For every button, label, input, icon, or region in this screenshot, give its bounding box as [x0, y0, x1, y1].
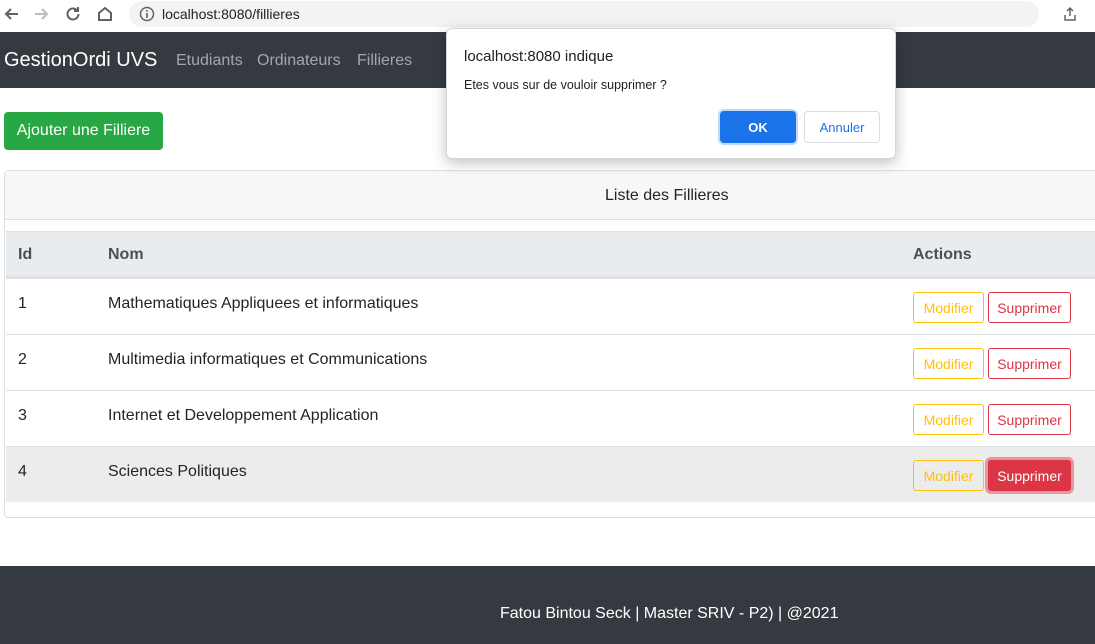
table-row: 1 Mathematiques Appliquees et informatiq… [6, 278, 1095, 334]
brand-logo[interactable]: GestionOrdi UVS [4, 49, 157, 72]
cancel-button[interactable]: Annuler [804, 111, 880, 143]
forward-arrow-icon[interactable] [29, 2, 53, 26]
column-header-nom: Nom [108, 246, 144, 263]
cell-nom: Internet et Developpement Application [108, 407, 379, 424]
dialog-title: localhost:8080 indique [464, 48, 614, 65]
cell-nom: Multimedia informatiques et Communicatio… [108, 351, 428, 368]
table-row: 2 Multimedia informatiques et Communicat… [6, 334, 1095, 390]
cell-nom: Mathematiques Appliquees et informatique… [108, 295, 419, 312]
table-row: 3 Internet et Developpement Application … [6, 390, 1095, 446]
table-header: Id Nom Actions [6, 231, 1095, 278]
address-bar[interactable]: localhost:8080/fillieres [129, 1, 1039, 27]
modify-button[interactable]: Modifier [913, 348, 984, 379]
add-filliere-button[interactable]: Ajouter une Filliere [4, 112, 163, 150]
browser-toolbar: localhost:8080/fillieres [0, 0, 1095, 28]
modify-button[interactable]: Modifier [913, 460, 984, 491]
dialog-message: Etes vous sur de vouloir supprimer ? [464, 78, 667, 92]
share-icon[interactable] [1058, 2, 1082, 26]
confirm-dialog: localhost:8080 indique Etes vous sur de … [446, 28, 896, 159]
delete-button[interactable]: Supprimer [988, 404, 1071, 435]
delete-button[interactable]: Supprimer [988, 348, 1071, 379]
nav-link-fillieres[interactable]: Fillieres [357, 52, 412, 70]
nav-link-ordinateurs[interactable]: Ordinateurs [257, 52, 341, 70]
cell-id: 1 [18, 295, 27, 312]
column-header-id: Id [18, 246, 33, 263]
cell-id: 3 [18, 407, 27, 424]
info-icon[interactable] [139, 6, 155, 27]
ok-button[interactable]: OK [720, 111, 796, 143]
delete-button[interactable]: Supprimer [988, 292, 1071, 323]
column-header-actions: Actions [913, 246, 972, 263]
back-arrow-icon[interactable] [0, 2, 24, 26]
page-footer: Fatou Bintou Seck | Master SRIV - P2) | … [0, 566, 1095, 644]
delete-button[interactable]: Supprimer [988, 460, 1071, 491]
home-icon[interactable] [93, 2, 117, 26]
reload-icon[interactable] [61, 2, 85, 26]
fillieres-card: Liste des Fillieres Id Nom Actions 1 Mat… [4, 170, 1095, 518]
footer-text: Fatou Bintou Seck | Master SRIV - P2) | … [500, 605, 839, 622]
cell-id: 2 [18, 351, 27, 368]
url-text: localhost:8080/fillieres [162, 6, 300, 22]
nav-link-etudiants[interactable]: Etudiants [176, 52, 243, 70]
table-row: 4 Sciences Politiques Modifier Supprimer [6, 446, 1095, 502]
cell-nom: Sciences Politiques [108, 463, 247, 480]
modify-button[interactable]: Modifier [913, 404, 984, 435]
cell-id: 4 [18, 463, 27, 480]
modify-button[interactable]: Modifier [913, 292, 984, 323]
card-title: Liste des Fillieres [605, 187, 729, 204]
card-header: Liste des Fillieres [5, 171, 1095, 220]
